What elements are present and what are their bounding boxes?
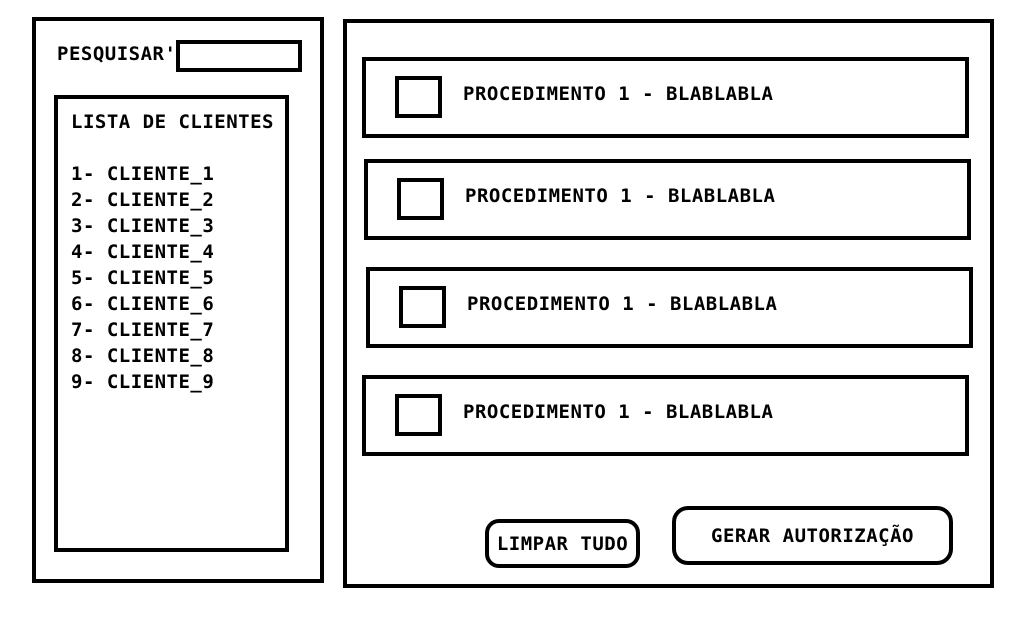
procedure-row[interactable]: PROCEDIMENTO 1 - BLABLABLA: [362, 375, 969, 456]
procedure-checkbox[interactable]: [397, 178, 444, 220]
client-list-item[interactable]: 6- CLIENTE_6: [71, 293, 214, 319]
procedure-label: PROCEDIMENTO 1 - BLABLABLA: [467, 293, 778, 315]
procedure-label: PROCEDIMENTO 1 - BLABLABLA: [463, 401, 774, 423]
client-list-item[interactable]: 8- CLIENTE_8: [71, 345, 214, 371]
client-list: 1- CLIENTE_1 2- CLIENTE_2 3- CLIENTE_3 4…: [71, 163, 214, 397]
client-list-item[interactable]: 9- CLIENTE_9: [71, 371, 214, 397]
procedure-checkbox[interactable]: [395, 394, 442, 436]
procedure-row[interactable]: PROCEDIMENTO 1 - BLABLABLA: [362, 57, 969, 138]
search-label: PESQUISAR': [57, 43, 177, 65]
search-input[interactable]: [176, 40, 302, 72]
client-list-item[interactable]: 4- CLIENTE_4: [71, 241, 214, 267]
clear-all-button[interactable]: LIMPAR TUDO: [485, 519, 640, 568]
generate-authorization-button[interactable]: GERAR AUTORIZAÇÃO: [672, 506, 953, 565]
client-list-title: LISTA DE CLIENTES: [71, 111, 274, 133]
client-list-item[interactable]: 1- CLIENTE_1: [71, 163, 214, 189]
procedure-checkbox[interactable]: [395, 76, 442, 118]
procedure-label: PROCEDIMENTO 1 - BLABLABLA: [465, 185, 776, 207]
client-list-item[interactable]: 2- CLIENTE_2: [71, 189, 214, 215]
client-list-item[interactable]: 3- CLIENTE_3: [71, 215, 214, 241]
procedure-row[interactable]: PROCEDIMENTO 1 - BLABLABLA: [366, 267, 973, 348]
client-list-item[interactable]: 7- CLIENTE_7: [71, 319, 214, 345]
procedure-label: PROCEDIMENTO 1 - BLABLABLA: [463, 83, 774, 105]
client-list-item[interactable]: 5- CLIENTE_5: [71, 267, 214, 293]
procedure-checkbox[interactable]: [399, 286, 446, 328]
procedure-row[interactable]: PROCEDIMENTO 1 - BLABLABLA: [364, 159, 971, 240]
